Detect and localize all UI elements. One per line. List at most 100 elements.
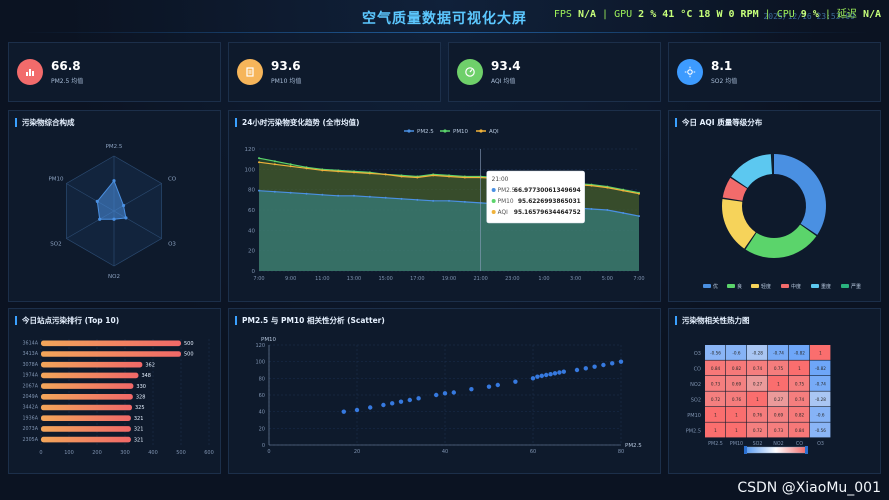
header: 空气质量数据可视化大屏 2025/12/16 23:53:09 FPS N/A … <box>0 0 889 34</box>
heatmap-cell-value: 0.76 <box>753 413 763 418</box>
heatmap-cell-value: -0.74 <box>773 351 784 356</box>
series-point <box>258 189 260 192</box>
x-tick-label: 5:00 <box>602 276 613 282</box>
visual-map-handle-right[interactable] <box>805 446 808 454</box>
scatter-point <box>548 371 553 377</box>
x-tick-label: 21:00 <box>473 276 487 282</box>
series-point <box>321 169 324 172</box>
bar-value-label: 328 <box>136 395 146 401</box>
bar <box>41 415 131 421</box>
bar-value-label: 500 <box>184 352 194 358</box>
bar-category-label: 2049A <box>23 394 39 400</box>
legend-label: 轻度 <box>761 283 771 290</box>
tooltip-series-value: 66.97730061349694 <box>514 188 581 194</box>
heatmap-chart[interactable]: O3 -0.56 -0.6 -0.28 -0.74 -0.82 1 CO 0.84 0.82 0.7… <box>669 327 880 473</box>
bar-value-label: 321 <box>134 416 144 422</box>
stat-value: 66.8 <box>51 59 81 73</box>
series-point <box>432 199 435 202</box>
heatmap-cell-value: 1 <box>819 351 822 356</box>
heatmap-col-label: NO2 <box>773 441 783 447</box>
x-tick-label: 300 <box>120 450 130 456</box>
scatter-point <box>341 409 346 414</box>
scatter-point <box>390 401 395 406</box>
visual-map-handle-left[interactable] <box>744 446 747 454</box>
scatter-point <box>574 367 580 373</box>
heatmap-cell-value: -0.74 <box>815 382 826 387</box>
bar <box>41 361 143 368</box>
heatmap-cell-value: 0.84 <box>795 428 805 433</box>
radar-axis-label: PM10 <box>48 177 64 183</box>
series-point <box>463 176 466 179</box>
heatmap-cell-value: 0.27 <box>774 397 784 402</box>
x-tick-label: 600 <box>204 450 214 456</box>
series-point <box>384 196 387 199</box>
scatter-point <box>486 384 492 389</box>
y-tick-label: 100 <box>255 360 265 366</box>
bar-category-label: 1974A <box>23 373 39 379</box>
heatmap-cell-value: 1 <box>714 428 717 433</box>
stat-value: 93.4 <box>491 59 521 73</box>
heatmap-row-label: PM2.5 <box>686 428 701 434</box>
series-point <box>289 163 292 166</box>
scatter-point <box>495 382 500 388</box>
legend-swatch <box>841 284 849 288</box>
heatmap-cell-value: -0.82 <box>794 351 805 356</box>
legend-label: 严重 <box>851 283 861 290</box>
radar-point <box>121 203 126 208</box>
dashboard-page: 空气质量数据可视化大屏 2025/12/16 23:53:09 FPS N/A … <box>0 0 889 500</box>
heatmap-cell-value: -0.28 <box>815 397 826 402</box>
y-tick-label: 120 <box>245 147 256 153</box>
bar <box>41 404 132 411</box>
series-point <box>606 209 609 211</box>
series-point <box>400 175 403 178</box>
scatter-chart[interactable]: PM100204060801001200 20 40 60 80PM2.5 <box>229 327 660 473</box>
stat-value: 8.1 <box>711 59 733 73</box>
y-tick-label: 20 <box>248 249 255 255</box>
radar-point <box>124 216 128 220</box>
legend-dot <box>443 129 447 133</box>
heatmap-col-label: O3 <box>817 441 824 447</box>
panel-radar: 污染物综合构成 PM2.5 CO O3 NO2 SO2 PM10 <box>8 110 221 302</box>
stat-label: PM10 均值 <box>271 78 302 85</box>
scatter-point <box>583 366 588 371</box>
x-tick-label: 15:00 <box>378 276 392 282</box>
heatmap-cell-value: 1 <box>756 397 759 402</box>
bar-value-label: 321 <box>134 437 144 443</box>
panel-title: 今日 AQI 质量等级分布 <box>675 118 762 127</box>
radar-axis-label: NO2 <box>108 274 120 280</box>
bar-value-label: 362 <box>145 362 155 368</box>
heatmap-cell-value: -0.56 <box>815 428 826 433</box>
x-tick-label: 3:00 <box>570 276 581 282</box>
y-tick-label: 40 <box>259 410 265 416</box>
aqi-donut-chart[interactable]: 优 良 轻度 中度 重度 严重 <box>669 129 880 301</box>
series-point <box>368 195 371 198</box>
header-divider <box>20 32 869 33</box>
trend-line-chart[interactable]: PM2.5 PM10 AQI 0 20 40 60 80 100 120 7:00 9:00 11:00… <box>229 129 660 301</box>
heatmap-cell-value: 0.72 <box>711 397 721 402</box>
stat-card-pm25: 66.8 PM2.5 均值 <box>8 42 221 102</box>
scatter-point <box>610 361 615 366</box>
scatter-point <box>618 359 624 364</box>
donut-slice <box>722 199 756 249</box>
legend-label: AQI <box>489 129 499 135</box>
bar <box>41 372 139 379</box>
panel-title: 污染物相关性热力图 <box>675 316 750 325</box>
x-tick-label: 100 <box>64 450 74 456</box>
x-tick-label: 7:00 <box>253 276 264 282</box>
gauge-icon <box>457 59 483 85</box>
x-tick-label: 20 <box>354 449 360 455</box>
rank-bar-chart[interactable]: 0 100 200 300 400 500 600 3614A 500 3413A 500 3078A… <box>9 327 220 473</box>
x-tick-label: 60 <box>530 449 536 455</box>
y-tick-label: 60 <box>259 393 265 399</box>
bar <box>41 394 133 400</box>
heatmap-cell-value: 0.82 <box>795 413 805 418</box>
visual-map-slider[interactable] <box>744 446 808 454</box>
document-icon <box>237 59 263 85</box>
panel-rank: 今日站点污染排行 (Top 10) 0 100 200 300 400 500 600 361… <box>8 308 221 474</box>
panel-title: 24小时污染物变化趋势 (全市均值) <box>235 118 359 127</box>
scatter-point <box>513 379 518 384</box>
x-tick-label: 19:00 <box>442 276 456 282</box>
x-tick-label: 0 <box>267 449 270 455</box>
heatmap-cell-value: 0.74 <box>753 366 763 371</box>
bar-value-label: 330 <box>136 384 146 390</box>
